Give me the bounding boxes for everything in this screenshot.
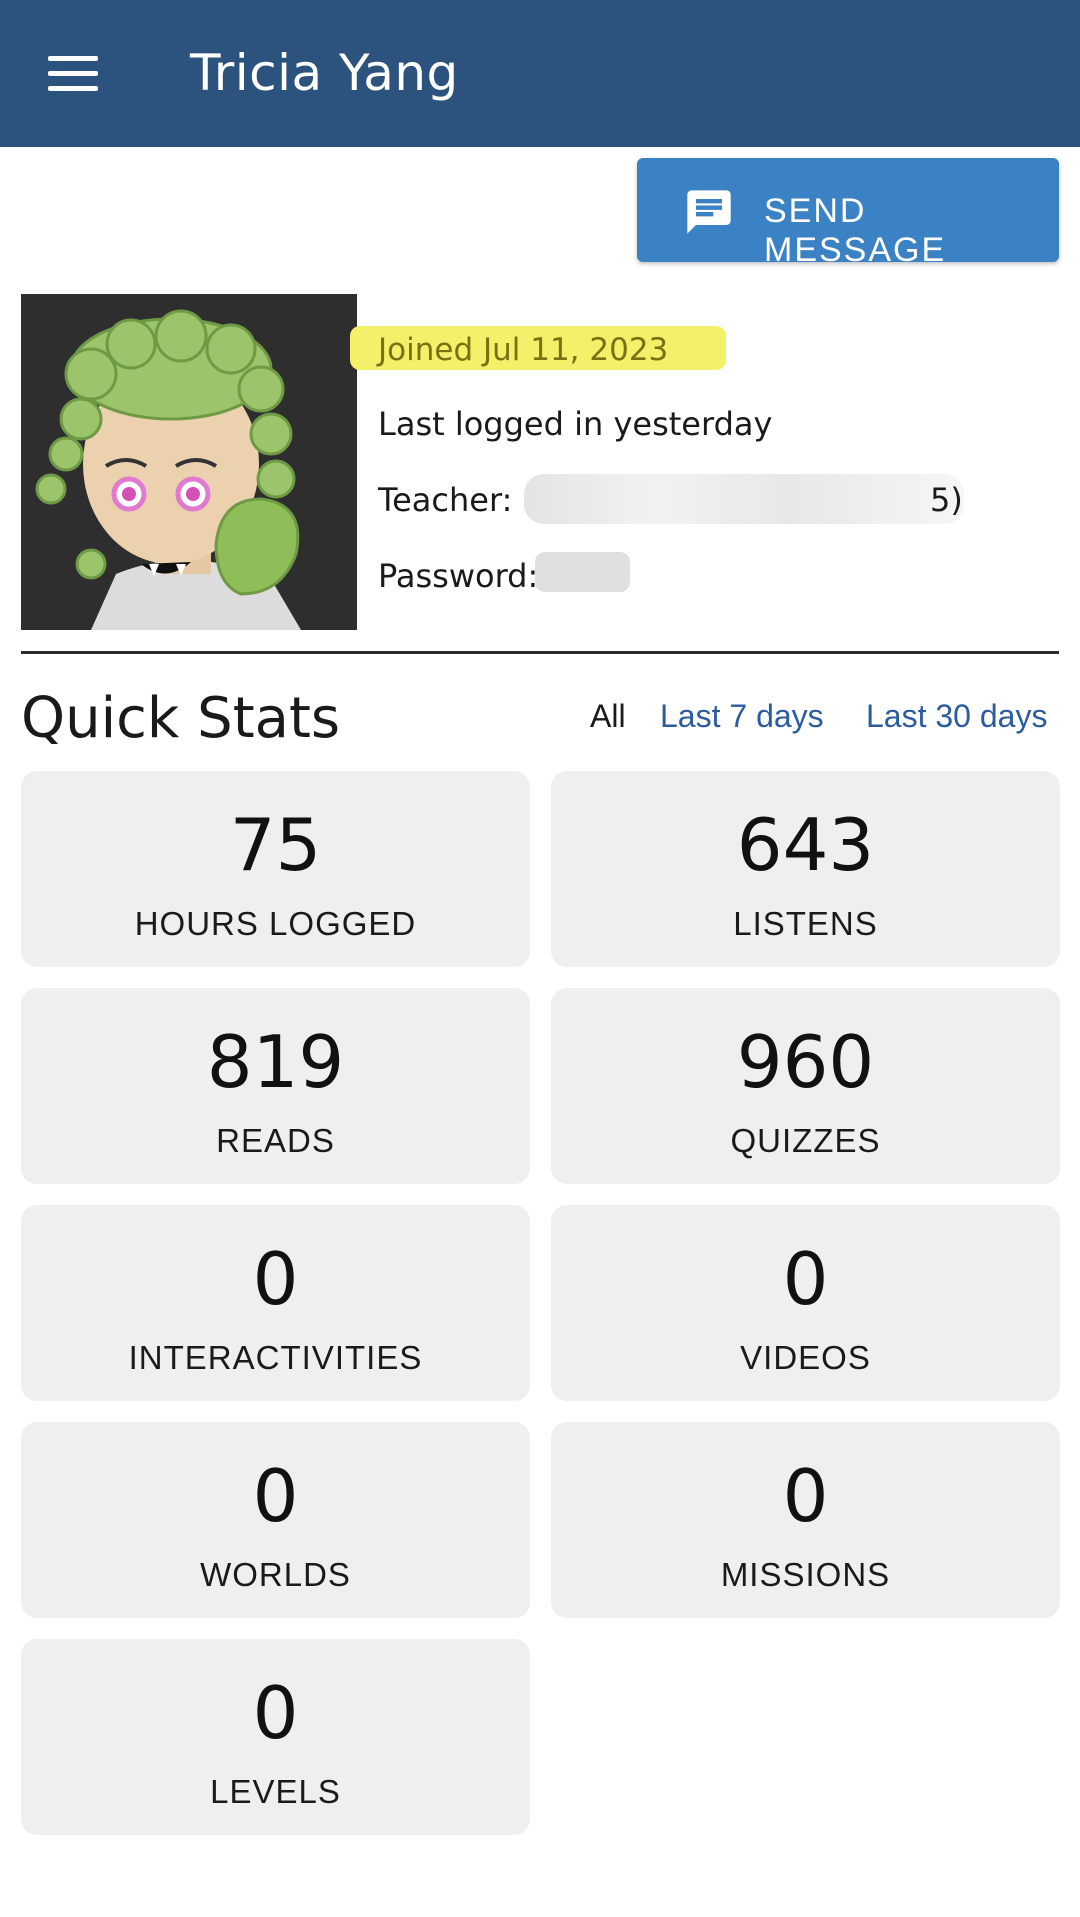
stat-value: 643 [736,803,875,887]
stat-label: HOURS LOGGED [134,905,417,942]
stat-card-interactivities: 0 INTERACTIVITIES [21,1205,530,1401]
stat-value: 0 [782,1237,829,1321]
medusa-avatar-image [21,294,357,630]
stat-value: 960 [736,1020,875,1104]
filter-all[interactable]: All [590,698,626,735]
joined-date: Joined Jul 11, 2023 [350,326,726,370]
teacher-label: Teacher: [378,481,513,519]
stat-label: WORLDS [200,1556,351,1593]
message-icon [687,190,731,234]
redacted-password [535,552,630,592]
stat-card-videos: 0 VIDEOS [551,1205,1060,1401]
quick-stats-title: Quick Stats [21,686,341,751]
stat-label: MISSIONS [720,1556,891,1593]
stat-label: LISTENS [733,905,878,942]
stat-value: 75 [229,803,322,887]
stat-value: 0 [252,1237,299,1321]
stat-value: 0 [252,1671,299,1755]
send-message-button[interactable]: SEND MESSAGE [637,158,1059,269]
stat-label: READS [216,1122,335,1159]
stat-card-worlds: 0 WORLDS [21,1422,530,1618]
stat-card-quizzes: 960 QUIZZES [551,988,1060,1184]
stat-label: QUIZZES [730,1122,881,1159]
stat-card-listens: 643 LISTENS [551,771,1060,967]
stat-label: LEVELS [210,1773,341,1810]
section-divider [21,651,1059,654]
send-message-label: SEND MESSAGE [764,192,947,269]
hamburger-menu-icon[interactable] [48,56,98,92]
last-logged-in: Last logged in yesterday [378,405,773,443]
filter-last-30-days[interactable]: Last 30 days [866,698,1047,735]
stat-label: INTERACTIVITIES [128,1339,423,1376]
filter-last-7-days[interactable]: Last 7 days [660,698,824,735]
redacted-teacher-name [524,474,964,524]
password-label: Password: [378,557,539,595]
stat-label: VIDEOS [740,1339,871,1376]
teacher-name-visible-tail: 5) [930,481,963,519]
stat-value: 0 [252,1454,299,1538]
stat-card-hours-logged: 75 HOURS LOGGED [21,771,530,967]
stat-card-reads: 819 READS [21,988,530,1184]
stat-card-missions: 0 MISSIONS [551,1422,1060,1618]
avatar [21,294,357,630]
stat-card-levels: 0 LEVELS [21,1639,530,1835]
app-bar: Tricia Yang [0,0,1080,147]
stat-value: 0 [782,1454,829,1538]
stat-value: 819 [206,1020,345,1104]
page-title: Tricia Yang [190,44,459,102]
